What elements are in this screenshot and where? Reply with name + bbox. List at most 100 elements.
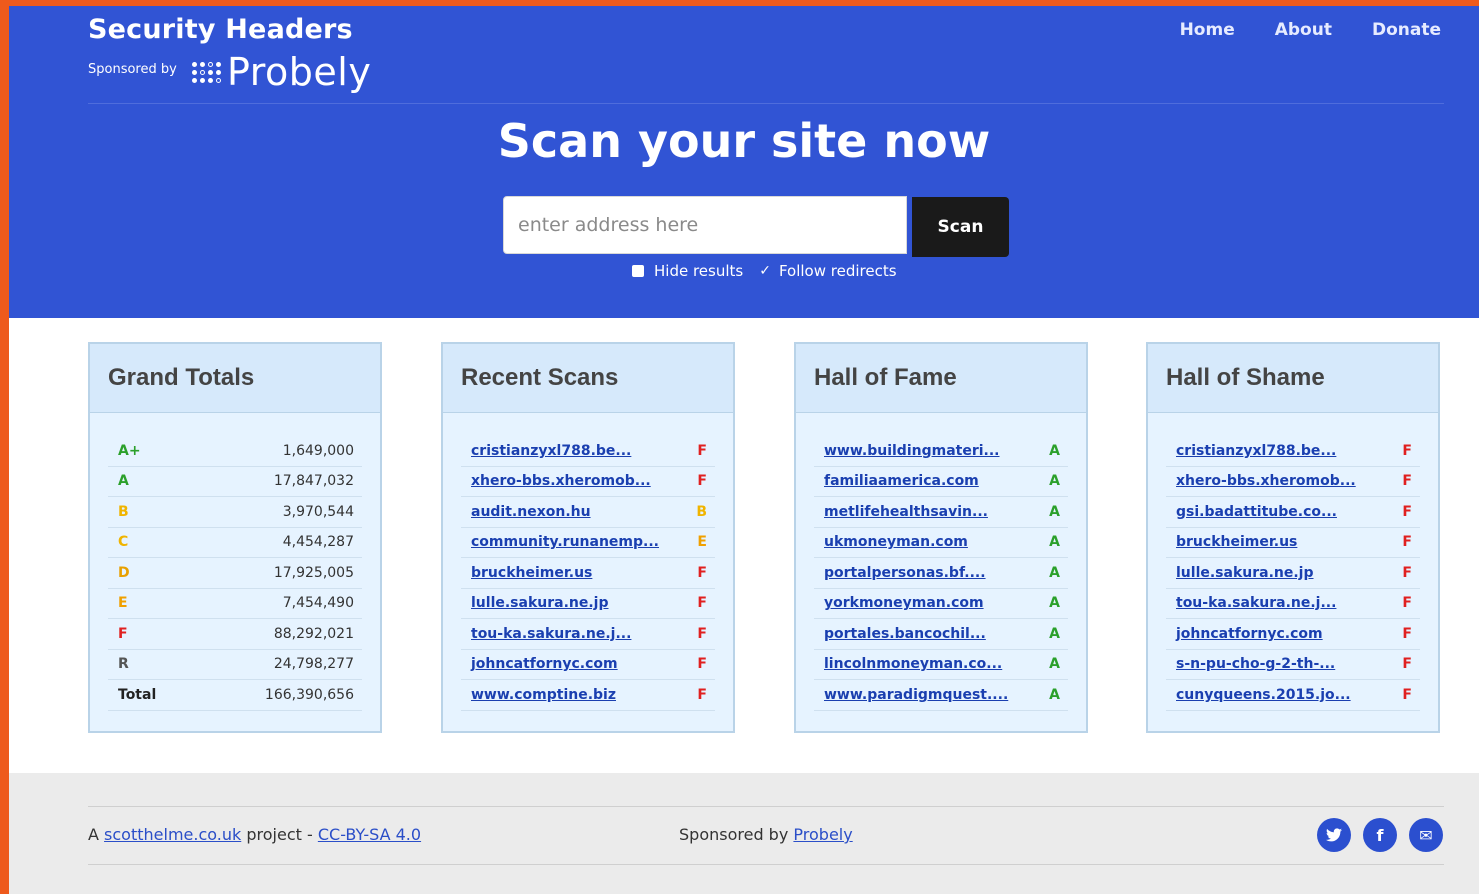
grade-badge: F bbox=[1402, 564, 1412, 581]
grade-badge: F bbox=[697, 625, 707, 642]
brand-title[interactable]: Security Headers bbox=[88, 14, 353, 45]
header-divider bbox=[88, 103, 1444, 104]
grade-count: 88,292,021 bbox=[273, 625, 354, 642]
follow-redirects-label[interactable]: Follow redirects bbox=[779, 262, 897, 280]
grade-count: 7,454,490 bbox=[282, 595, 354, 612]
scan-button[interactable]: Scan bbox=[912, 197, 1009, 257]
probely-logo[interactable]: Probely bbox=[192, 50, 371, 94]
grade-badge: F bbox=[697, 564, 707, 581]
site-link[interactable]: cristianzyxl788.be... bbox=[1176, 443, 1336, 459]
site-link[interactable]: johncatfornyc.com bbox=[471, 656, 618, 672]
site-link[interactable]: lulle.sakura.ne.jp bbox=[471, 595, 609, 611]
grade-badge: E bbox=[697, 534, 707, 551]
scan-row: johncatfornyc.com F bbox=[461, 650, 715, 680]
totals-row: D 17,925,005 bbox=[108, 558, 362, 589]
follow-redirects-checkbox[interactable]: ✓ bbox=[759, 263, 771, 279]
grade-badge: A bbox=[1049, 625, 1060, 642]
scan-row: johncatfornyc.com F bbox=[1166, 619, 1420, 650]
scan-row: www.comptine.biz F bbox=[461, 680, 715, 711]
site-link[interactable]: johncatfornyc.com bbox=[1176, 626, 1323, 642]
facebook-icon[interactable]: f bbox=[1363, 818, 1397, 852]
site-link[interactable]: cunyqueens.2015.jo... bbox=[1176, 687, 1351, 703]
grade-count: 166,390,656 bbox=[264, 686, 354, 703]
scan-row: audit.nexon.hu B bbox=[461, 497, 715, 528]
card-title: Grand Totals bbox=[90, 344, 380, 413]
grand-totals-list: A+ 1,649,000 A 17,847,032 B 3,970,544 C 4,454,2… bbox=[108, 436, 362, 711]
card-title: Hall of Fame bbox=[796, 344, 1086, 413]
site-link[interactable]: bruckheimer.us bbox=[471, 565, 592, 581]
scan-row: portales.bancochil... A bbox=[814, 619, 1068, 650]
scan-row: ukmoneyman.com A bbox=[814, 528, 1068, 558]
scan-row: tou-ka.sakura.ne.j... F bbox=[461, 619, 715, 650]
site-link[interactable]: www.comptine.biz bbox=[471, 687, 616, 703]
twitter-icon[interactable] bbox=[1317, 818, 1351, 852]
license-link[interactable]: CC-BY-SA 4.0 bbox=[318, 825, 421, 844]
hall-of-fame-card: Hall of Fame www.buildingmateri... Afamil… bbox=[794, 342, 1088, 733]
grade-label: A bbox=[118, 473, 129, 490]
site-link[interactable]: www.buildingmateri... bbox=[824, 443, 1000, 459]
nav-donate-link[interactable]: Donate bbox=[1372, 20, 1441, 40]
grade-badge: F bbox=[697, 473, 707, 490]
site-link[interactable]: xhero-bbs.xheromob... bbox=[1176, 473, 1356, 489]
totals-row: A 17,847,032 bbox=[108, 467, 362, 497]
hall-of-fame-list: www.buildingmateri... Afamiliaamerica.com… bbox=[814, 436, 1068, 711]
site-link[interactable]: familiaamerica.com bbox=[824, 473, 979, 489]
grade-badge: A bbox=[1049, 534, 1060, 551]
grade-badge: F bbox=[1402, 503, 1412, 520]
site-link[interactable]: cristianzyxl788.be... bbox=[471, 443, 631, 459]
grade-badge: A bbox=[1049, 442, 1060, 459]
site-link[interactable]: gsi.badattitube.co... bbox=[1176, 504, 1337, 520]
scan-row: metlifehealthsavin... A bbox=[814, 497, 1068, 528]
scan-row: xhero-bbs.xheromob... F bbox=[1166, 467, 1420, 497]
site-link[interactable]: portalpersonas.bf.... bbox=[824, 565, 986, 581]
site-link[interactable]: lincolnmoneyman.co... bbox=[824, 656, 1002, 672]
scan-row: cunyqueens.2015.jo... F bbox=[1166, 680, 1420, 711]
site-link[interactable]: yorkmoneyman.com bbox=[824, 595, 984, 611]
footer-sponsored-text: Sponsored by bbox=[679, 825, 789, 844]
footer-sponsor: Sponsored by Probely bbox=[679, 825, 853, 844]
site-link[interactable]: portales.bancochil... bbox=[824, 626, 986, 642]
scan-row: gsi.badattitube.co... F bbox=[1166, 497, 1420, 528]
probely-link[interactable]: Probely bbox=[793, 825, 852, 844]
grade-badge: A bbox=[1049, 473, 1060, 490]
address-input[interactable] bbox=[503, 196, 907, 254]
site-link[interactable]: audit.nexon.hu bbox=[471, 504, 591, 520]
probely-logo-text: Probely bbox=[227, 50, 372, 94]
scan-row: lulle.sakura.ne.jp F bbox=[461, 589, 715, 619]
site-link[interactable]: bruckheimer.us bbox=[1176, 534, 1297, 550]
hero-title: Scan your site now bbox=[497, 114, 991, 168]
footer-divider-top bbox=[88, 806, 1444, 807]
site-link[interactable]: metlifehealthsavin... bbox=[824, 504, 988, 520]
card-title: Hall of Shame bbox=[1148, 344, 1438, 413]
grade-badge: F bbox=[1402, 625, 1412, 642]
site-link[interactable]: lulle.sakura.ne.jp bbox=[1176, 565, 1314, 581]
scan-row: yorkmoneyman.com A bbox=[814, 589, 1068, 619]
grade-count: 3,970,544 bbox=[282, 503, 354, 520]
site-link[interactable]: xhero-bbs.xheromob... bbox=[471, 473, 651, 489]
recent-scans-card: Recent Scans cristianzyxl788.be... Fxhero… bbox=[441, 342, 735, 733]
grade-badge: F bbox=[1402, 686, 1412, 703]
hide-results-label[interactable]: Hide results bbox=[654, 262, 743, 280]
email-icon[interactable]: ✉ bbox=[1409, 818, 1443, 852]
hide-results-checkbox[interactable] bbox=[632, 265, 644, 277]
grade-count: 17,847,032 bbox=[273, 473, 354, 490]
site-link[interactable]: www.paradigmquest.... bbox=[824, 687, 1008, 703]
grade-badge: F bbox=[1402, 473, 1412, 490]
grade-badge: A bbox=[1049, 595, 1060, 612]
nav-home-link[interactable]: Home bbox=[1180, 20, 1235, 40]
nav-about-link[interactable]: About bbox=[1275, 20, 1332, 40]
site-link[interactable]: tou-ka.sakura.ne.j... bbox=[1176, 595, 1336, 611]
scan-row: xhero-bbs.xheromob... F bbox=[461, 467, 715, 497]
scan-row: s-n-pu-cho-g-2-th-... F bbox=[1166, 650, 1420, 680]
scan-row: bruckheimer.us F bbox=[461, 558, 715, 589]
scotthelme-link[interactable]: scotthelme.co.uk bbox=[104, 825, 241, 844]
site-link[interactable]: ukmoneyman.com bbox=[824, 534, 968, 550]
site-link[interactable]: tou-ka.sakura.ne.j... bbox=[471, 626, 631, 642]
grade-badge: F bbox=[1402, 534, 1412, 551]
site-link[interactable]: s-n-pu-cho-g-2-th-... bbox=[1176, 656, 1335, 672]
totals-row: A+ 1,649,000 bbox=[108, 436, 362, 467]
grade-badge: F bbox=[697, 656, 707, 673]
grade-badge: F bbox=[697, 442, 707, 459]
grade-badge: A bbox=[1049, 503, 1060, 520]
site-link[interactable]: community.runanemp... bbox=[471, 534, 659, 550]
